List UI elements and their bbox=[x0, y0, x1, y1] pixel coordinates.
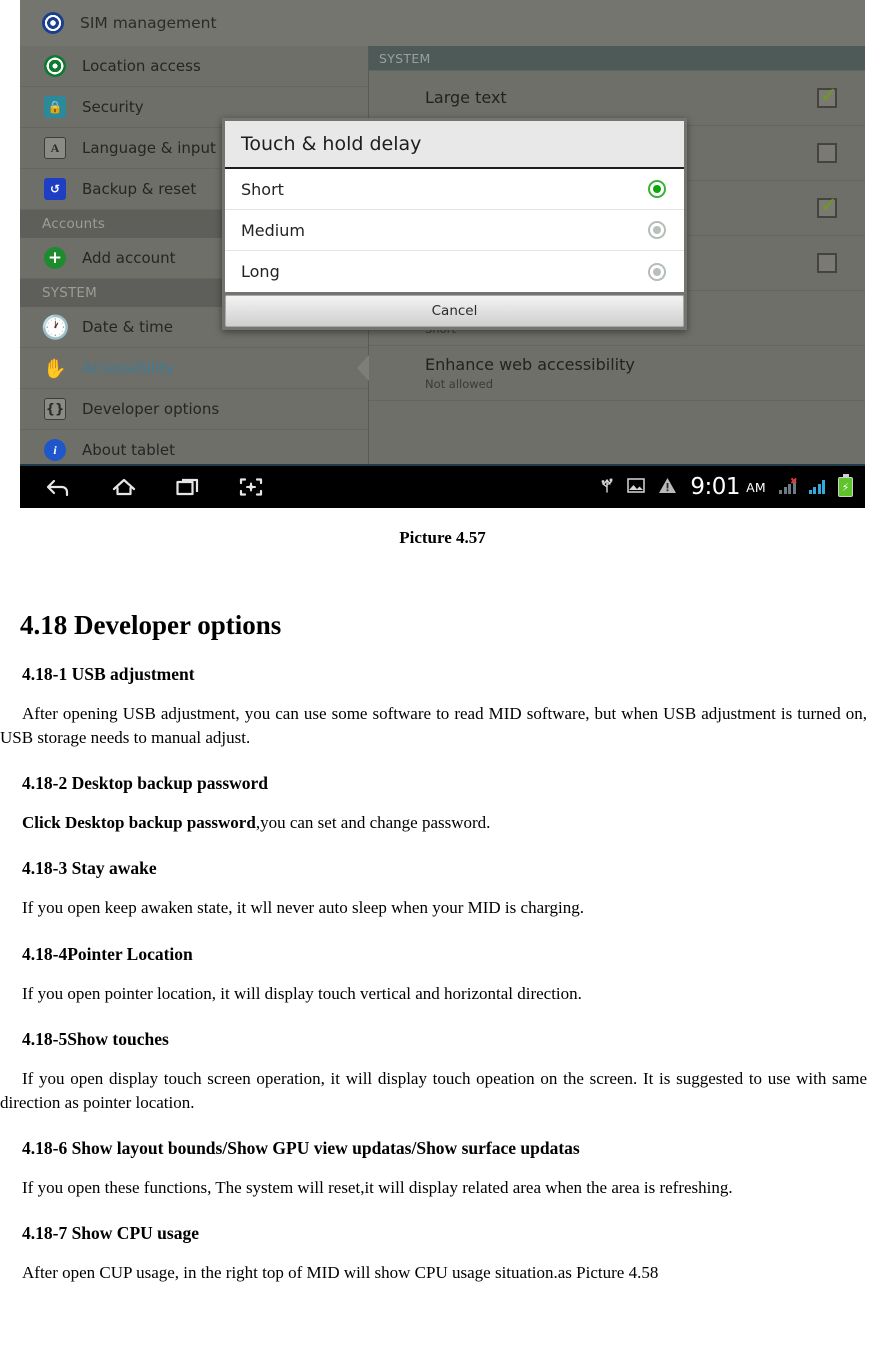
section-body-4: If you open pointer location, it will di… bbox=[22, 983, 582, 1003]
sidebar-item-label: Location access bbox=[82, 57, 201, 75]
checkbox-unchecked[interactable] bbox=[817, 253, 837, 273]
sidebar-item-label: Accessibility bbox=[82, 359, 175, 377]
clock-icon: 🕐 bbox=[40, 314, 70, 341]
hand-icon: ✋ bbox=[43, 357, 67, 380]
navigation-buttons bbox=[46, 477, 263, 497]
check-icon: ✓ bbox=[820, 193, 838, 217]
setting-title: Enhance web accessibility bbox=[425, 354, 635, 374]
section-body-2-rest: ,you can set and change password. bbox=[255, 813, 491, 833]
dialog-option-list: Short Medium Long bbox=[225, 169, 684, 292]
screenshot-icon[interactable] bbox=[239, 477, 263, 497]
usb-icon bbox=[600, 476, 614, 498]
sidebar-item-accessibility[interactable]: ✋ Accessibility bbox=[20, 348, 369, 389]
content-section-header: SYSTEM bbox=[369, 46, 865, 71]
section-body-2-bold: Click Desktop backup password bbox=[22, 813, 256, 833]
sidebar-section-label: Accounts bbox=[42, 216, 106, 232]
android-system-bar: 9:01 AM ✖ ⚡ bbox=[20, 464, 865, 508]
back-icon[interactable] bbox=[46, 477, 73, 497]
setting-title: Large text bbox=[425, 88, 507, 108]
info-icon: i bbox=[42, 439, 68, 461]
sidebar-section-label: SYSTEM bbox=[42, 285, 98, 301]
section-heading-2: 4.18-2 Desktop backup password bbox=[22, 773, 269, 794]
dialog-option-label: Medium bbox=[241, 220, 305, 240]
sidebar-item-location-access[interactable]: Location access bbox=[20, 46, 368, 87]
sidebar-item-label: Developer options bbox=[82, 400, 220, 418]
section-body-3: If you open keep awaken state, it wll ne… bbox=[22, 898, 584, 918]
section-heading-5: 4.18-5Show touches bbox=[22, 1028, 169, 1049]
checkbox-checked[interactable]: ✓ bbox=[817, 193, 838, 218]
figure-caption: Picture 4.57 bbox=[399, 528, 486, 547]
battery-charging-icon: ⚡ bbox=[838, 477, 853, 497]
section-heading-1: 4.18-1 USB adjustment bbox=[22, 664, 195, 684]
dialog-option-medium[interactable]: Medium bbox=[225, 210, 684, 251]
braces-icon: {} bbox=[42, 398, 68, 420]
status-clock: 9:01 bbox=[690, 474, 741, 500]
android-settings-screenshot: SIM management Location access 🔒 Securit… bbox=[20, 0, 865, 508]
status-icons: 9:01 AM ✖ ⚡ bbox=[600, 474, 853, 500]
signal-bars-icon bbox=[808, 480, 825, 494]
lock-icon: 🔒 bbox=[42, 96, 68, 118]
dialog-option-label: Long bbox=[241, 262, 280, 281]
sidebar-item-label: Backup & reset bbox=[82, 180, 197, 198]
content-section-label: SYSTEM bbox=[379, 50, 431, 66]
status-meridiem: AM bbox=[746, 479, 766, 495]
touch-hold-delay-dialog: Touch & hold delay Short Medium Long Can… bbox=[222, 118, 687, 330]
dialog-title: Touch & hold delay bbox=[225, 121, 684, 169]
sim-card-icon bbox=[42, 12, 64, 34]
sidebar-item-label: Security bbox=[82, 98, 144, 116]
checkbox-checked[interactable]: ✓ bbox=[817, 83, 838, 108]
setting-row-enhance-web-accessibility[interactable]: Enhance web accessibility Not allowed bbox=[369, 346, 865, 401]
language-icon: A bbox=[42, 137, 68, 159]
backup-icon: ↺ bbox=[42, 178, 68, 200]
radio-unselected[interactable] bbox=[648, 221, 666, 239]
signal-error-marker: ✖ bbox=[789, 477, 798, 487]
cancel-button[interactable]: Cancel bbox=[225, 295, 684, 327]
sidebar-item-label: Date & time bbox=[82, 318, 173, 336]
section-heading-7: 4.18-7 Show CPU usage bbox=[22, 1223, 199, 1243]
selection-chevron-icon bbox=[357, 355, 369, 381]
page-title: 4.18 Developer options bbox=[20, 610, 282, 640]
check-icon: ✓ bbox=[820, 83, 838, 107]
no-service-signal-icon: ✖ bbox=[779, 477, 798, 494]
sidebar-item-sim-management[interactable]: SIM management bbox=[20, 0, 865, 47]
dialog-option-short[interactable]: Short bbox=[225, 169, 684, 210]
sidebar-item-label: SIM management bbox=[80, 14, 217, 32]
section-body-6: If you open these functions, The system … bbox=[22, 1177, 733, 1197]
document-body: Picture 4.57 4.18 Developer options 4.18… bbox=[0, 508, 885, 1285]
setting-subtitle: Not allowed bbox=[425, 377, 494, 392]
section-body-7: After open CUP usage, in the right top o… bbox=[22, 1263, 659, 1282]
section-heading-4: 4.18-4Pointer Location bbox=[22, 943, 193, 964]
sidebar-item-label: Language & input bbox=[82, 139, 216, 157]
section-heading-6: 4.18-6 Show layout bounds/Show GPU view … bbox=[22, 1137, 580, 1158]
sidebar-item-developer-options[interactable]: {} Developer options bbox=[20, 389, 368, 430]
sidebar-item-label: About tablet bbox=[82, 441, 175, 459]
warning-icon bbox=[658, 477, 677, 498]
sidebar-item-label: Add account bbox=[82, 249, 176, 267]
section-body-5: If you open display touch screen operati… bbox=[0, 1068, 867, 1112]
dialog-option-label: Short bbox=[241, 179, 284, 199]
checkbox-unchecked[interactable] bbox=[817, 143, 837, 163]
home-icon[interactable] bbox=[111, 477, 137, 497]
image-icon bbox=[627, 477, 646, 497]
radio-selected[interactable] bbox=[648, 180, 666, 198]
section-body-2: Click Desktop backup password,you can se… bbox=[22, 811, 885, 835]
plus-icon: + bbox=[42, 247, 68, 269]
section-heading-3: 4.18-3 Stay awake bbox=[22, 858, 157, 879]
dialog-option-long[interactable]: Long bbox=[225, 251, 684, 292]
location-icon bbox=[42, 55, 68, 77]
recent-apps-icon[interactable] bbox=[175, 477, 201, 497]
radio-unselected[interactable] bbox=[648, 262, 666, 281]
section-body-1: After opening USB adjustment, you can us… bbox=[0, 704, 867, 748]
